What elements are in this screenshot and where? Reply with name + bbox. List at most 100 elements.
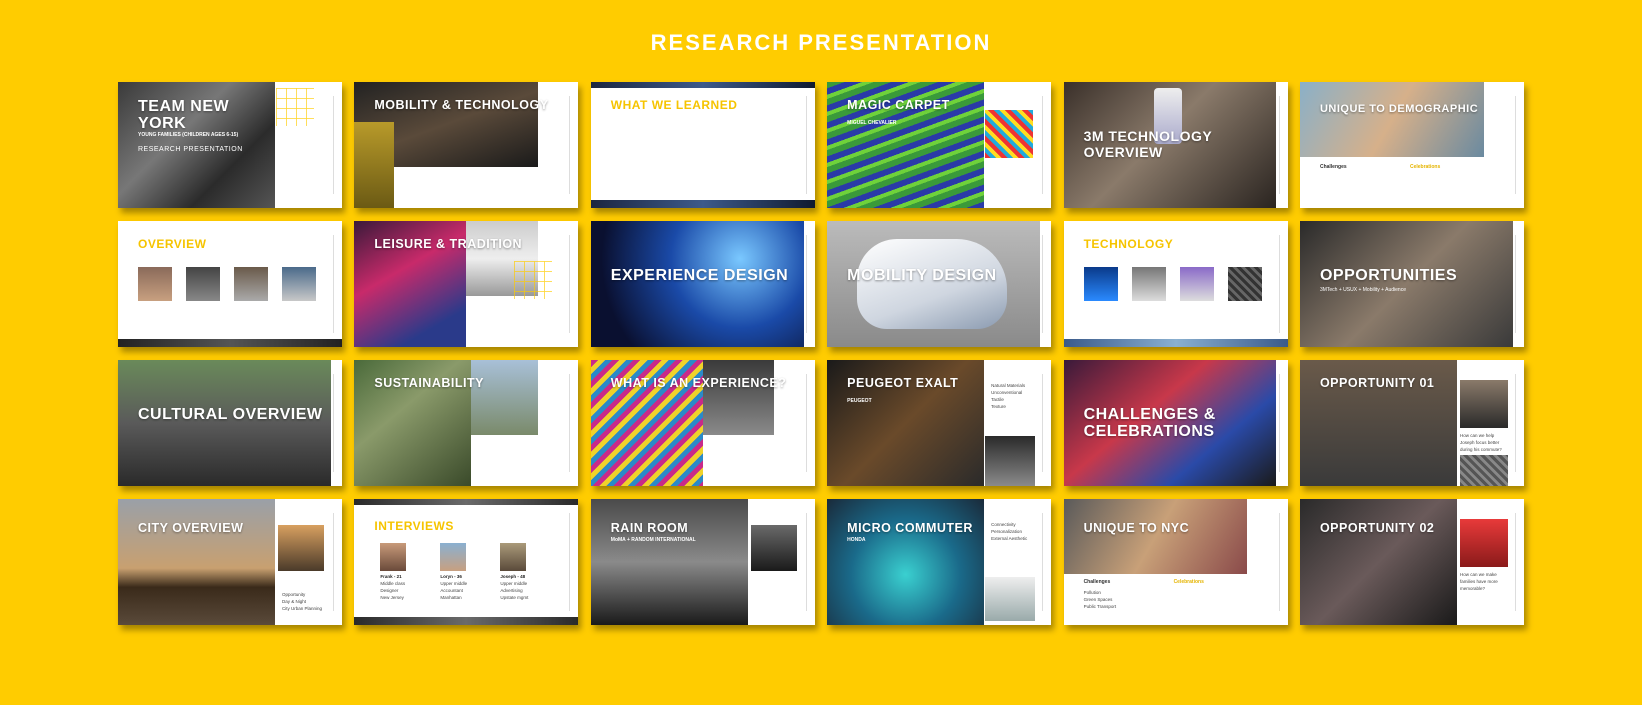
slide-subtitle: 3MTech + USUX + Mobility + Audience: [1319, 287, 1406, 293]
slide-title: RAIN ROOM: [610, 521, 689, 535]
slide-title: OPPORTUNITIES: [1319, 267, 1458, 284]
slide-opportunity-02[interactable]: OPPORTUNITY 02 How can we make families …: [1299, 499, 1524, 625]
slide-subtitle: MoMA + RANDOM INTERNATIONAL: [610, 537, 696, 543]
slide-unique-demographic[interactable]: UNIQUE TO DEMOGRAPHIC Challenges Celebra…: [1299, 82, 1524, 208]
slide-rain-room[interactable]: RAIN ROOM MoMA + RANDOM INTERNATIONAL: [590, 499, 815, 625]
thumb-image: [1227, 267, 1262, 301]
question-text: How can we make families have more memor…: [1459, 572, 1498, 591]
street-crowd-image: [118, 360, 331, 486]
detail-image: [750, 525, 797, 571]
side-rail: [333, 374, 336, 472]
slide-tagline: RESEARCH PRESENTATION: [138, 146, 243, 153]
slide-title: MOBILITY DESIGN: [847, 267, 997, 284]
avatar: [440, 543, 467, 571]
note-item: Texture: [991, 404, 1006, 409]
side-rail: [805, 96, 809, 194]
slide-subtitle: PEUGEOT: [847, 398, 872, 404]
slide-subtitle: YOUNG FAMILIES (CHILDREN AGES 6-15): [138, 132, 239, 138]
note-item: External Aesthetic: [991, 536, 1028, 541]
thumb-image: [234, 267, 268, 301]
person-detail: Upper middle: [440, 581, 468, 586]
side-rail: [333, 513, 336, 611]
row-label: Public Transport: [1083, 604, 1117, 609]
slide-team-new-york[interactable]: TEAM NEW YORK YOUNG FAMILIES (CHILDREN A…: [118, 82, 342, 208]
slide-experience-design[interactable]: EXPERIENCE DESIGN: [590, 221, 815, 347]
dashboard-image: [827, 499, 984, 625]
slide-what-is-experience[interactable]: WHAT IS AN EXPERIENCE?: [590, 360, 815, 486]
person-name: Joseph - 48: [500, 574, 526, 579]
texture-image: [1459, 455, 1508, 486]
side-rail: [805, 513, 809, 611]
avatar: [380, 543, 407, 571]
family-car-image: [1299, 499, 1457, 625]
slide-technology[interactable]: TECHNOLOGY: [1063, 221, 1288, 347]
side-rail: [1042, 235, 1045, 333]
side-rail: [1042, 374, 1045, 472]
slide-city-overview[interactable]: CITY OVERVIEW Opportunity Day & Night Ci…: [118, 499, 342, 625]
car-interior-image: [1299, 221, 1513, 347]
rain-room-image: [590, 499, 748, 625]
slide-unique-nyc[interactable]: UNIQUE TO NYC Challenges Celebrations Po…: [1063, 499, 1288, 625]
bottom-strip-image: [1063, 339, 1288, 347]
slide-mobility-design[interactable]: MOBILITY DESIGN: [827, 221, 1052, 347]
page-title: RESEARCH PRESENTATION: [650, 30, 992, 55]
portrait-image: [1459, 380, 1508, 428]
slide-title: TECHNOLOGY: [1083, 237, 1174, 251]
side-rail: [333, 235, 336, 333]
slide-peugeot-exalt[interactable]: PEUGEOT EXALT PEUGEOT Natural Materials …: [827, 360, 1052, 486]
side-rail: [569, 513, 572, 611]
rain-figure-image: [702, 360, 775, 435]
slide-title: WHAT IS AN EXPERIENCE?: [610, 376, 787, 390]
challenges-label: Challenges: [1319, 164, 1347, 170]
slide-title: WHAT WE LEARNED: [610, 98, 738, 112]
side-rail: [569, 96, 572, 194]
museum-image: [1063, 499, 1248, 574]
slide-challenges-celebrations[interactable]: CHALLENGES & CELEBRATIONS: [1063, 360, 1288, 486]
top-strip-image: [354, 499, 579, 505]
side-rail: [1514, 96, 1518, 194]
person-detail: Middle class: [380, 581, 406, 586]
slide-title: CHALLENGES & CELEBRATIONS: [1083, 406, 1216, 440]
question-text: How can we help Joseph focus better duri…: [1459, 433, 1502, 452]
celebrations-label: Celebrations: [1173, 579, 1204, 585]
slide-sustainability[interactable]: SUSTAINABILITY: [354, 360, 579, 486]
side-rail: [1278, 235, 1282, 333]
slide-micro-commuter[interactable]: MICRO COMMUTER HONDA Connectivity Person…: [827, 499, 1052, 625]
slide-title: UNIQUE TO NYC: [1083, 521, 1190, 535]
slide-title: OPPORTUNITY 02: [1319, 521, 1435, 535]
slide-interviews[interactable]: INTERVIEWS Frank - 21 Middle class Desig…: [354, 499, 579, 625]
hologram-image: [590, 221, 804, 347]
person-detail: Advertising: [500, 588, 523, 593]
bottom-strip-image: [590, 200, 815, 208]
slide-title: EXPERIENCE DESIGN: [610, 267, 789, 284]
note-item: City Urban Planning: [282, 606, 323, 611]
slide-magic-carpet[interactable]: MAGIC CARPET MIGUEL CHEVALIER: [827, 82, 1052, 208]
side-rail: [805, 235, 809, 333]
thumb-image: [1179, 267, 1214, 301]
slide-3m-technology[interactable]: 3M TECHNOLOGY OVERVIEW: [1063, 82, 1288, 208]
side-rail: [569, 235, 572, 333]
detail-image: [985, 436, 1036, 486]
person-detail: New Jersey: [380, 595, 404, 600]
car-body-image: [857, 239, 1008, 329]
slide-cultural-overview[interactable]: CULTURAL OVERVIEW: [118, 360, 342, 486]
row-label: Pollution: [1083, 590, 1101, 595]
slide-what-we-learned[interactable]: WHAT WE LEARNED: [590, 82, 815, 208]
slide-title: LEISURE & TRADITION: [374, 237, 523, 251]
grid-decoration: [276, 88, 314, 126]
thumb-image: [1131, 267, 1166, 301]
thumb-image: [282, 267, 316, 301]
slide-opportunities[interactable]: OPPORTUNITIES 3MTech + USUX + Mobility +…: [1299, 221, 1524, 347]
note-item: Opportunity: [282, 592, 306, 597]
slide-overview[interactable]: OVERVIEW: [118, 221, 342, 347]
person-detail: Designer: [380, 588, 399, 593]
detail-image: [985, 110, 1034, 158]
slide-mobility-technology[interactable]: MOBILITY & TECHNOLOGY: [354, 82, 579, 208]
top-strip-image: [590, 82, 815, 88]
slide-leisure-tradition[interactable]: LEISURE & TRADITION: [354, 221, 579, 347]
slide-title: OVERVIEW: [138, 237, 207, 251]
side-rail: [1042, 96, 1045, 194]
slide-opportunity-01[interactable]: OPPORTUNITY 01 How can we help Joseph fo…: [1299, 360, 1524, 486]
note-item: Unconventional: [991, 390, 1023, 395]
slide-subtitle: HONDA: [847, 537, 866, 543]
